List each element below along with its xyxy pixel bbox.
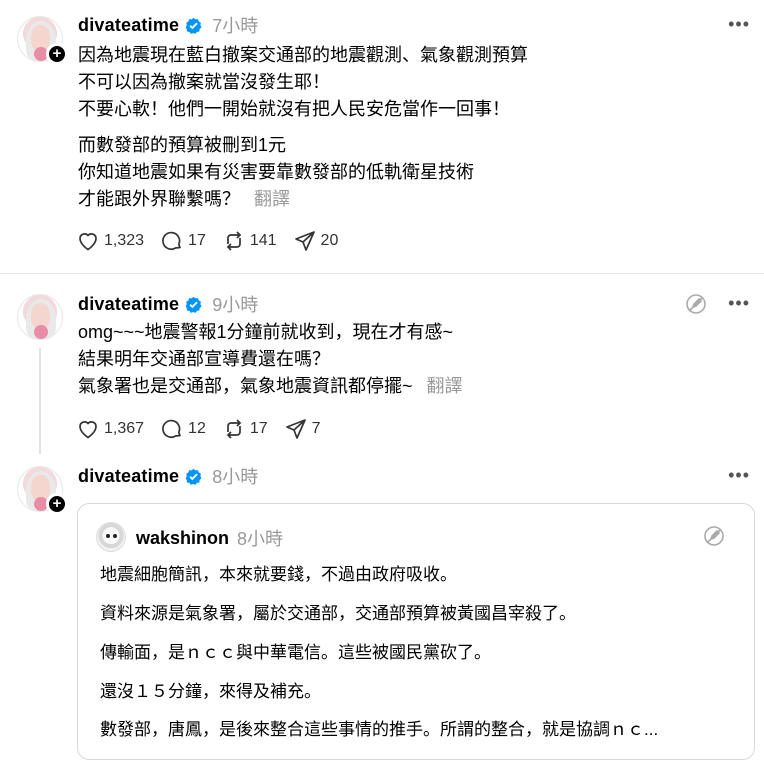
comment-button[interactable]: 12 xyxy=(160,417,206,441)
post-time[interactable]: 7小時 xyxy=(212,12,258,38)
text-line: 氣象署也是交通部，氣象地震資訊都停擺~ xyxy=(78,376,413,396)
quoted-text-line: 傳輸面，是ｎｃｃ與中華電信。這些被國民黨砍了。 xyxy=(100,643,491,662)
repost-button[interactable]: 17 xyxy=(222,417,268,441)
translate-link[interactable]: 翻譯 xyxy=(427,376,463,396)
quoted-avatar[interactable] xyxy=(96,522,126,552)
like-count: 1,367 xyxy=(104,420,145,437)
follow-plus-icon[interactable]: + xyxy=(46,493,68,515)
send-icon xyxy=(285,419,306,439)
comment-count: 17 xyxy=(188,232,206,249)
quoted-username[interactable]: wakshinon xyxy=(136,528,229,549)
comment-icon xyxy=(162,419,181,439)
comment-icon xyxy=(162,231,181,251)
verified-badge-icon xyxy=(185,468,202,485)
more-options-icon[interactable]: ••• xyxy=(728,465,750,486)
quoted-time[interactable]: 8小時 xyxy=(237,525,283,551)
quoted-text-line: 資料來源是氣象署，屬於交通部，交通部預算被黃國昌宰殺了。 xyxy=(100,604,576,623)
post-time[interactable]: 8小時 xyxy=(212,463,258,489)
repost-icon xyxy=(226,419,242,439)
quoted-text-line: 還沒１５分鐘，來得及補充。 xyxy=(100,682,321,701)
text-line: 而數發部的預算被刪到1元 xyxy=(78,135,287,155)
quoted-post[interactable]: wakshinon 8小時 地震細胞簡訊，本來就要錢，不過由政府吸收。 資料來源… xyxy=(77,503,755,760)
quoted-text-line: 地震細胞簡訊，本來就要錢，不過由政府吸收。 xyxy=(100,565,457,584)
avatar[interactable] xyxy=(17,294,63,340)
repost-icon xyxy=(226,231,242,251)
username[interactable]: divateatime xyxy=(78,466,179,487)
verified-badge-icon xyxy=(185,17,202,34)
send-icon xyxy=(294,231,315,251)
username[interactable]: divateatime xyxy=(78,294,179,315)
text-line: 因為地震現在藍白撤案交通部的地震觀測、氣象觀測預算 xyxy=(78,45,528,65)
share-count: 7 xyxy=(311,420,321,437)
heart-icon xyxy=(79,233,97,251)
verified-badge-icon xyxy=(185,296,202,313)
edit-off-icon[interactable] xyxy=(684,292,708,316)
comment-button[interactable]: 17 xyxy=(160,229,206,253)
text-line: 不要心軟！他們一開始就沒有把人民安危當作一回事！ xyxy=(78,99,510,119)
share-button[interactable]: 7 xyxy=(284,417,321,441)
avatar[interactable]: + xyxy=(17,16,68,65)
post-text: omg~~~地震警報1分鐘前就收到，現在才有感~ 結果明年交通部宣導費還在嗎？ … xyxy=(78,319,463,400)
username[interactable]: divateatime xyxy=(78,15,179,36)
post-time[interactable]: 9小時 xyxy=(212,291,258,317)
more-options-icon[interactable]: ••• xyxy=(728,293,750,314)
like-button[interactable]: 1,367 xyxy=(76,417,144,441)
share-count: 20 xyxy=(320,232,339,249)
thread-line xyxy=(39,348,41,454)
like-button[interactable]: 1,323 xyxy=(76,229,144,253)
more-options-icon[interactable]: ••• xyxy=(728,14,750,35)
repost-count: 141 xyxy=(249,232,277,249)
heart-icon xyxy=(79,421,97,439)
post-2: divateatime 9小時 ••• omg~~~地震警報1分鐘前就收到，現在… xyxy=(0,274,764,464)
share-button[interactable]: 20 xyxy=(293,229,339,253)
post-text: 因為地震現在藍白撤案交通部的地震觀測、氣象觀測預算 不可以因為撤案就當沒發生耶！… xyxy=(78,42,528,213)
text-line: 你知道地震如果有災害要靠數發部的低軌衛星技術 xyxy=(78,162,474,182)
text-line: 結果明年交通部宣導費還在嗎？ xyxy=(78,349,330,369)
repost-button[interactable]: 141 xyxy=(222,229,277,253)
text-line: 不可以因為撤案就當沒發生耶！ xyxy=(78,72,330,92)
comment-count: 12 xyxy=(188,420,206,437)
avatar[interactable]: + xyxy=(17,466,68,515)
repost-count: 17 xyxy=(249,420,268,437)
edit-off-icon[interactable] xyxy=(702,524,726,548)
like-count: 1,323 xyxy=(104,232,145,249)
text-line: 才能跟外界聯繫嗎？ xyxy=(78,189,240,209)
post-1: + divateatime 7小時 ••• 因為地震現在藍白撤案交通部的地震觀測… xyxy=(0,0,764,272)
post-3: + divateatime 8小時 ••• wakshinon 8小時 地震細胞… xyxy=(0,454,764,781)
quoted-text-line: 數發部，唐鳳，是後來整合這些事情的推手。所謂的整合，就是協調ｎｃ... xyxy=(100,720,659,739)
text-line: omg~~~地震警報1分鐘前就收到，現在才有感~ xyxy=(78,322,454,342)
translate-link[interactable]: 翻譯 xyxy=(254,189,290,209)
follow-plus-icon[interactable]: + xyxy=(46,43,68,65)
